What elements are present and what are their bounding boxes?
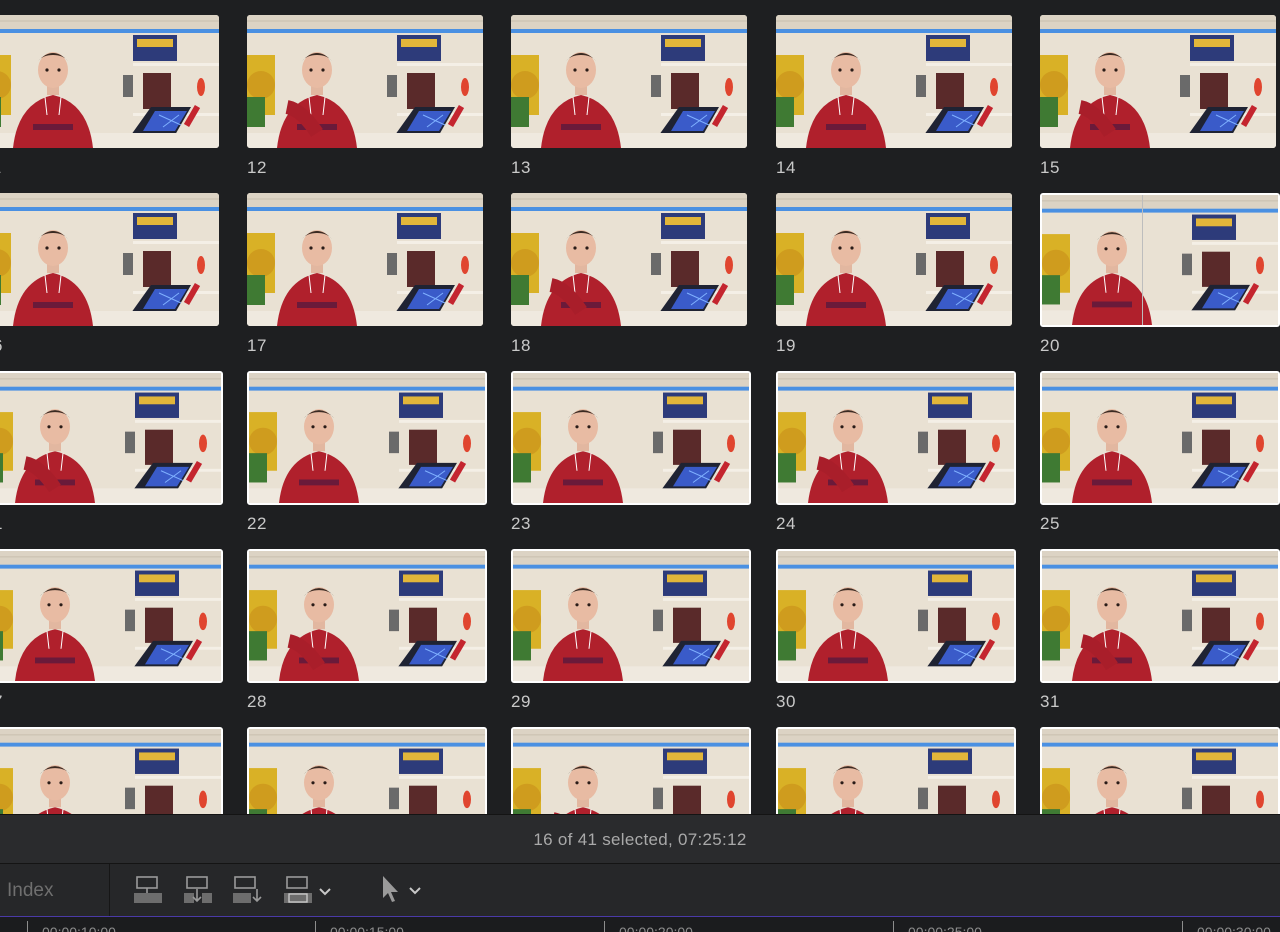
clip-item[interactable] bbox=[776, 727, 1016, 814]
clip-thumbnail[interactable] bbox=[1040, 371, 1280, 505]
clip-thumbnail[interactable] bbox=[776, 15, 1012, 148]
clip-item[interactable]: 11 bbox=[0, 15, 219, 177]
clip-item[interactable]: 31 bbox=[1040, 549, 1280, 711]
clip-number: 17 bbox=[247, 336, 267, 355]
clip-item[interactable]: 12 bbox=[247, 15, 483, 177]
append-clip-button[interactable] bbox=[232, 874, 264, 906]
clip-item[interactable]: 20 bbox=[1040, 193, 1280, 355]
ruler-label: 00:00:30:00 bbox=[1197, 924, 1271, 932]
ruler-tick bbox=[27, 921, 28, 932]
clip-thumbnail[interactable] bbox=[511, 371, 751, 505]
clip-thumbnail[interactable] bbox=[1040, 727, 1280, 814]
ruler-tick bbox=[893, 921, 894, 932]
clip-number: 15 bbox=[1040, 158, 1060, 177]
clip-number: 27 bbox=[0, 692, 3, 712]
index-label: Index bbox=[7, 880, 54, 901]
clip-thumbnail[interactable] bbox=[511, 727, 751, 814]
connect-clip-icon bbox=[134, 876, 162, 903]
clip-thumbnail[interactable] bbox=[0, 15, 219, 148]
connect-clip-button[interactable] bbox=[132, 874, 164, 906]
clip-thumbnail[interactable] bbox=[247, 193, 483, 326]
ruler-label: 00:00:15:00 bbox=[330, 924, 404, 932]
clip-thumbnail[interactable] bbox=[511, 549, 751, 683]
clip-thumbnail[interactable] bbox=[511, 193, 747, 326]
clip-item[interactable]: 22 bbox=[247, 371, 487, 533]
skimmer-line bbox=[1142, 195, 1143, 325]
clip-number: 21 bbox=[0, 514, 3, 534]
clip-number: 12 bbox=[247, 158, 267, 177]
clip-number: 23 bbox=[511, 514, 531, 533]
select-tool-button[interactable] bbox=[378, 874, 428, 906]
ruler-label: 00:00:10:00 bbox=[42, 924, 116, 932]
clip-thumbnail[interactable] bbox=[247, 549, 487, 683]
append-clip-icon bbox=[233, 876, 262, 903]
insert-clip-button[interactable] bbox=[182, 874, 214, 906]
clip-number: 22 bbox=[247, 514, 267, 533]
clip-thumbnail[interactable] bbox=[776, 727, 1016, 814]
clip-number: 30 bbox=[776, 692, 796, 711]
clip-thumbnail[interactable] bbox=[776, 193, 1012, 326]
clip-item[interactable]: 30 bbox=[776, 549, 1016, 711]
clip-number: 31 bbox=[1040, 692, 1060, 711]
clip-number: 16 bbox=[0, 336, 3, 356]
clip-number: 14 bbox=[776, 158, 796, 177]
clip-item[interactable]: 13 bbox=[511, 15, 747, 177]
clip-item[interactable]: 23 bbox=[511, 371, 751, 533]
clip-number: 13 bbox=[511, 158, 531, 177]
clip-item[interactable]: 24 bbox=[776, 371, 1016, 533]
selection-status: 16 of 41 selected, 07:25:12 bbox=[533, 830, 747, 849]
insert-clip-icon bbox=[184, 876, 212, 903]
clip-item[interactable]: 27 bbox=[0, 549, 223, 711]
clip-thumbnail[interactable] bbox=[0, 727, 223, 814]
clip-number: 24 bbox=[776, 514, 796, 533]
ruler-tick bbox=[604, 921, 605, 932]
clip-thumbnail[interactable] bbox=[0, 371, 223, 505]
clip-thumbnail[interactable] bbox=[247, 371, 487, 505]
clip-item[interactable]: 18 bbox=[511, 193, 747, 355]
clip-number: 25 bbox=[1040, 514, 1060, 533]
clip-item[interactable]: 14 bbox=[776, 15, 1012, 177]
timeline-ruler[interactable]: 00:00:10:00 00:00:15:00 00:00:20:00 00:0… bbox=[0, 916, 1280, 932]
clip-thumbnail[interactable] bbox=[0, 193, 219, 326]
event-browser[interactable]: 11 12 13 14 15 16 17 18 19 20 21 22 23 24 25 27 28 29 30 31 bbox=[0, 0, 1280, 814]
clip-thumbnail[interactable] bbox=[1040, 15, 1276, 148]
ruler-tick bbox=[1182, 921, 1183, 932]
overwrite-clip-button[interactable] bbox=[283, 874, 337, 906]
clip-number: 20 bbox=[1040, 336, 1060, 355]
clip-item[interactable]: 19 bbox=[776, 193, 1012, 355]
clip-thumbnail[interactable] bbox=[0, 549, 223, 683]
ruler-label: 00:00:25:00 bbox=[908, 924, 982, 932]
ruler-tick bbox=[315, 921, 316, 932]
clip-number: 29 bbox=[511, 692, 531, 711]
clip-thumbnail[interactable] bbox=[776, 549, 1016, 683]
clip-item[interactable]: 25 bbox=[1040, 371, 1280, 533]
clip-item[interactable]: 21 bbox=[0, 371, 223, 533]
clip-thumbnail[interactable] bbox=[776, 371, 1016, 505]
clip-thumbnail[interactable] bbox=[1040, 193, 1280, 327]
clip-item[interactable] bbox=[247, 727, 487, 814]
ruler-label: 00:00:20:00 bbox=[619, 924, 693, 932]
clip-item[interactable]: 16 bbox=[0, 193, 219, 355]
clip-thumbnail[interactable] bbox=[1040, 549, 1280, 683]
clip-item[interactable]: 15 bbox=[1040, 15, 1276, 177]
timeline-toolbar: Index bbox=[0, 864, 1280, 916]
clip-thumbnail[interactable] bbox=[247, 15, 483, 148]
clip-thumbnail[interactable] bbox=[511, 15, 747, 148]
clip-item[interactable]: 28 bbox=[247, 549, 487, 711]
clip-number: 11 bbox=[0, 158, 2, 178]
clip-item[interactable] bbox=[511, 727, 751, 814]
clip-item[interactable] bbox=[1040, 727, 1280, 814]
select-tool-icon bbox=[383, 876, 421, 902]
clip-item[interactable]: 17 bbox=[247, 193, 483, 355]
index-button[interactable]: Index bbox=[0, 864, 110, 916]
overwrite-clip-icon bbox=[284, 876, 331, 903]
clip-number: 19 bbox=[776, 336, 796, 355]
clip-number: 18 bbox=[511, 336, 531, 355]
clip-item[interactable]: 29 bbox=[511, 549, 751, 711]
clip-item[interactable] bbox=[0, 727, 223, 814]
status-bar: 16 of 41 selected, 07:25:12 bbox=[0, 814, 1280, 864]
clip-number: 28 bbox=[247, 692, 267, 711]
clip-thumbnail[interactable] bbox=[247, 727, 487, 814]
